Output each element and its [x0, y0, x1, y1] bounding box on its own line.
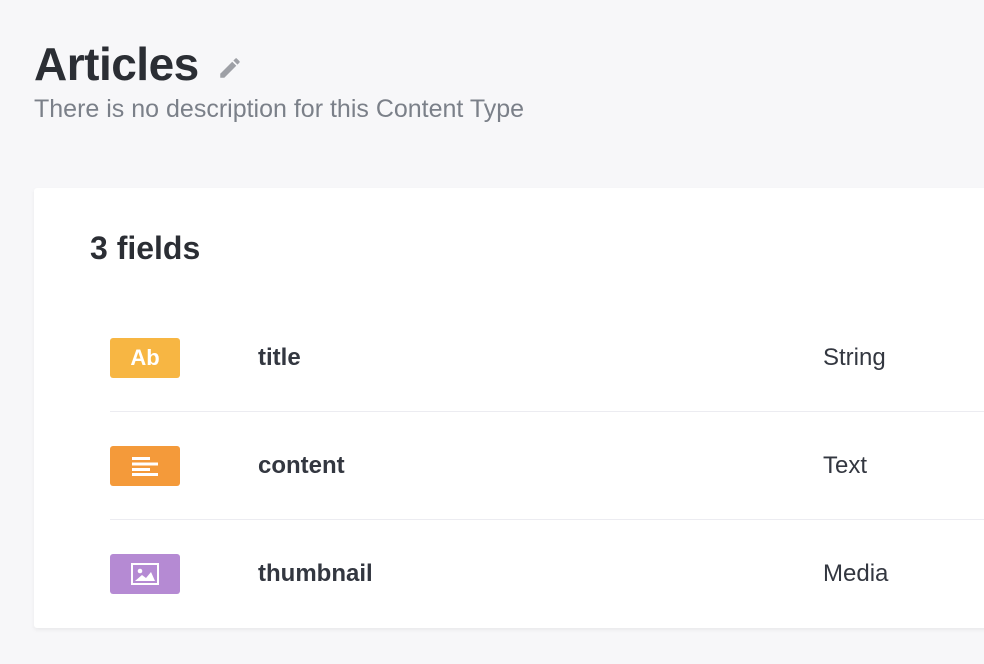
field-name: content [258, 452, 345, 479]
field-row-thumbnail[interactable]: thumbnail Media [110, 520, 984, 627]
field-type: Text [823, 452, 868, 479]
field-row-title[interactable]: Ab title String [110, 304, 984, 412]
field-row-content[interactable]: content Text [110, 412, 984, 520]
page-header: Articles There is no description for thi… [34, 36, 524, 126]
field-list: Ab title String content Text thumbnail M… [110, 304, 984, 627]
text-lines-icon [110, 446, 180, 486]
title-row: Articles [34, 36, 524, 92]
field-name: thumbnail [258, 560, 373, 587]
page-title: Articles [34, 38, 199, 90]
fields-card: 3 fields Ab title String content Text th… [34, 188, 984, 628]
field-type: String [823, 344, 886, 371]
fields-count: 3 fields [90, 230, 201, 266]
page-description: There is no description for this Content… [34, 95, 525, 123]
pencil-icon[interactable] [217, 55, 243, 81]
field-type: Media [823, 560, 889, 587]
field-name: title [258, 344, 301, 371]
string-badge-label: Ab [130, 345, 160, 370]
string-icon: Ab [110, 338, 180, 378]
image-icon [110, 554, 180, 594]
